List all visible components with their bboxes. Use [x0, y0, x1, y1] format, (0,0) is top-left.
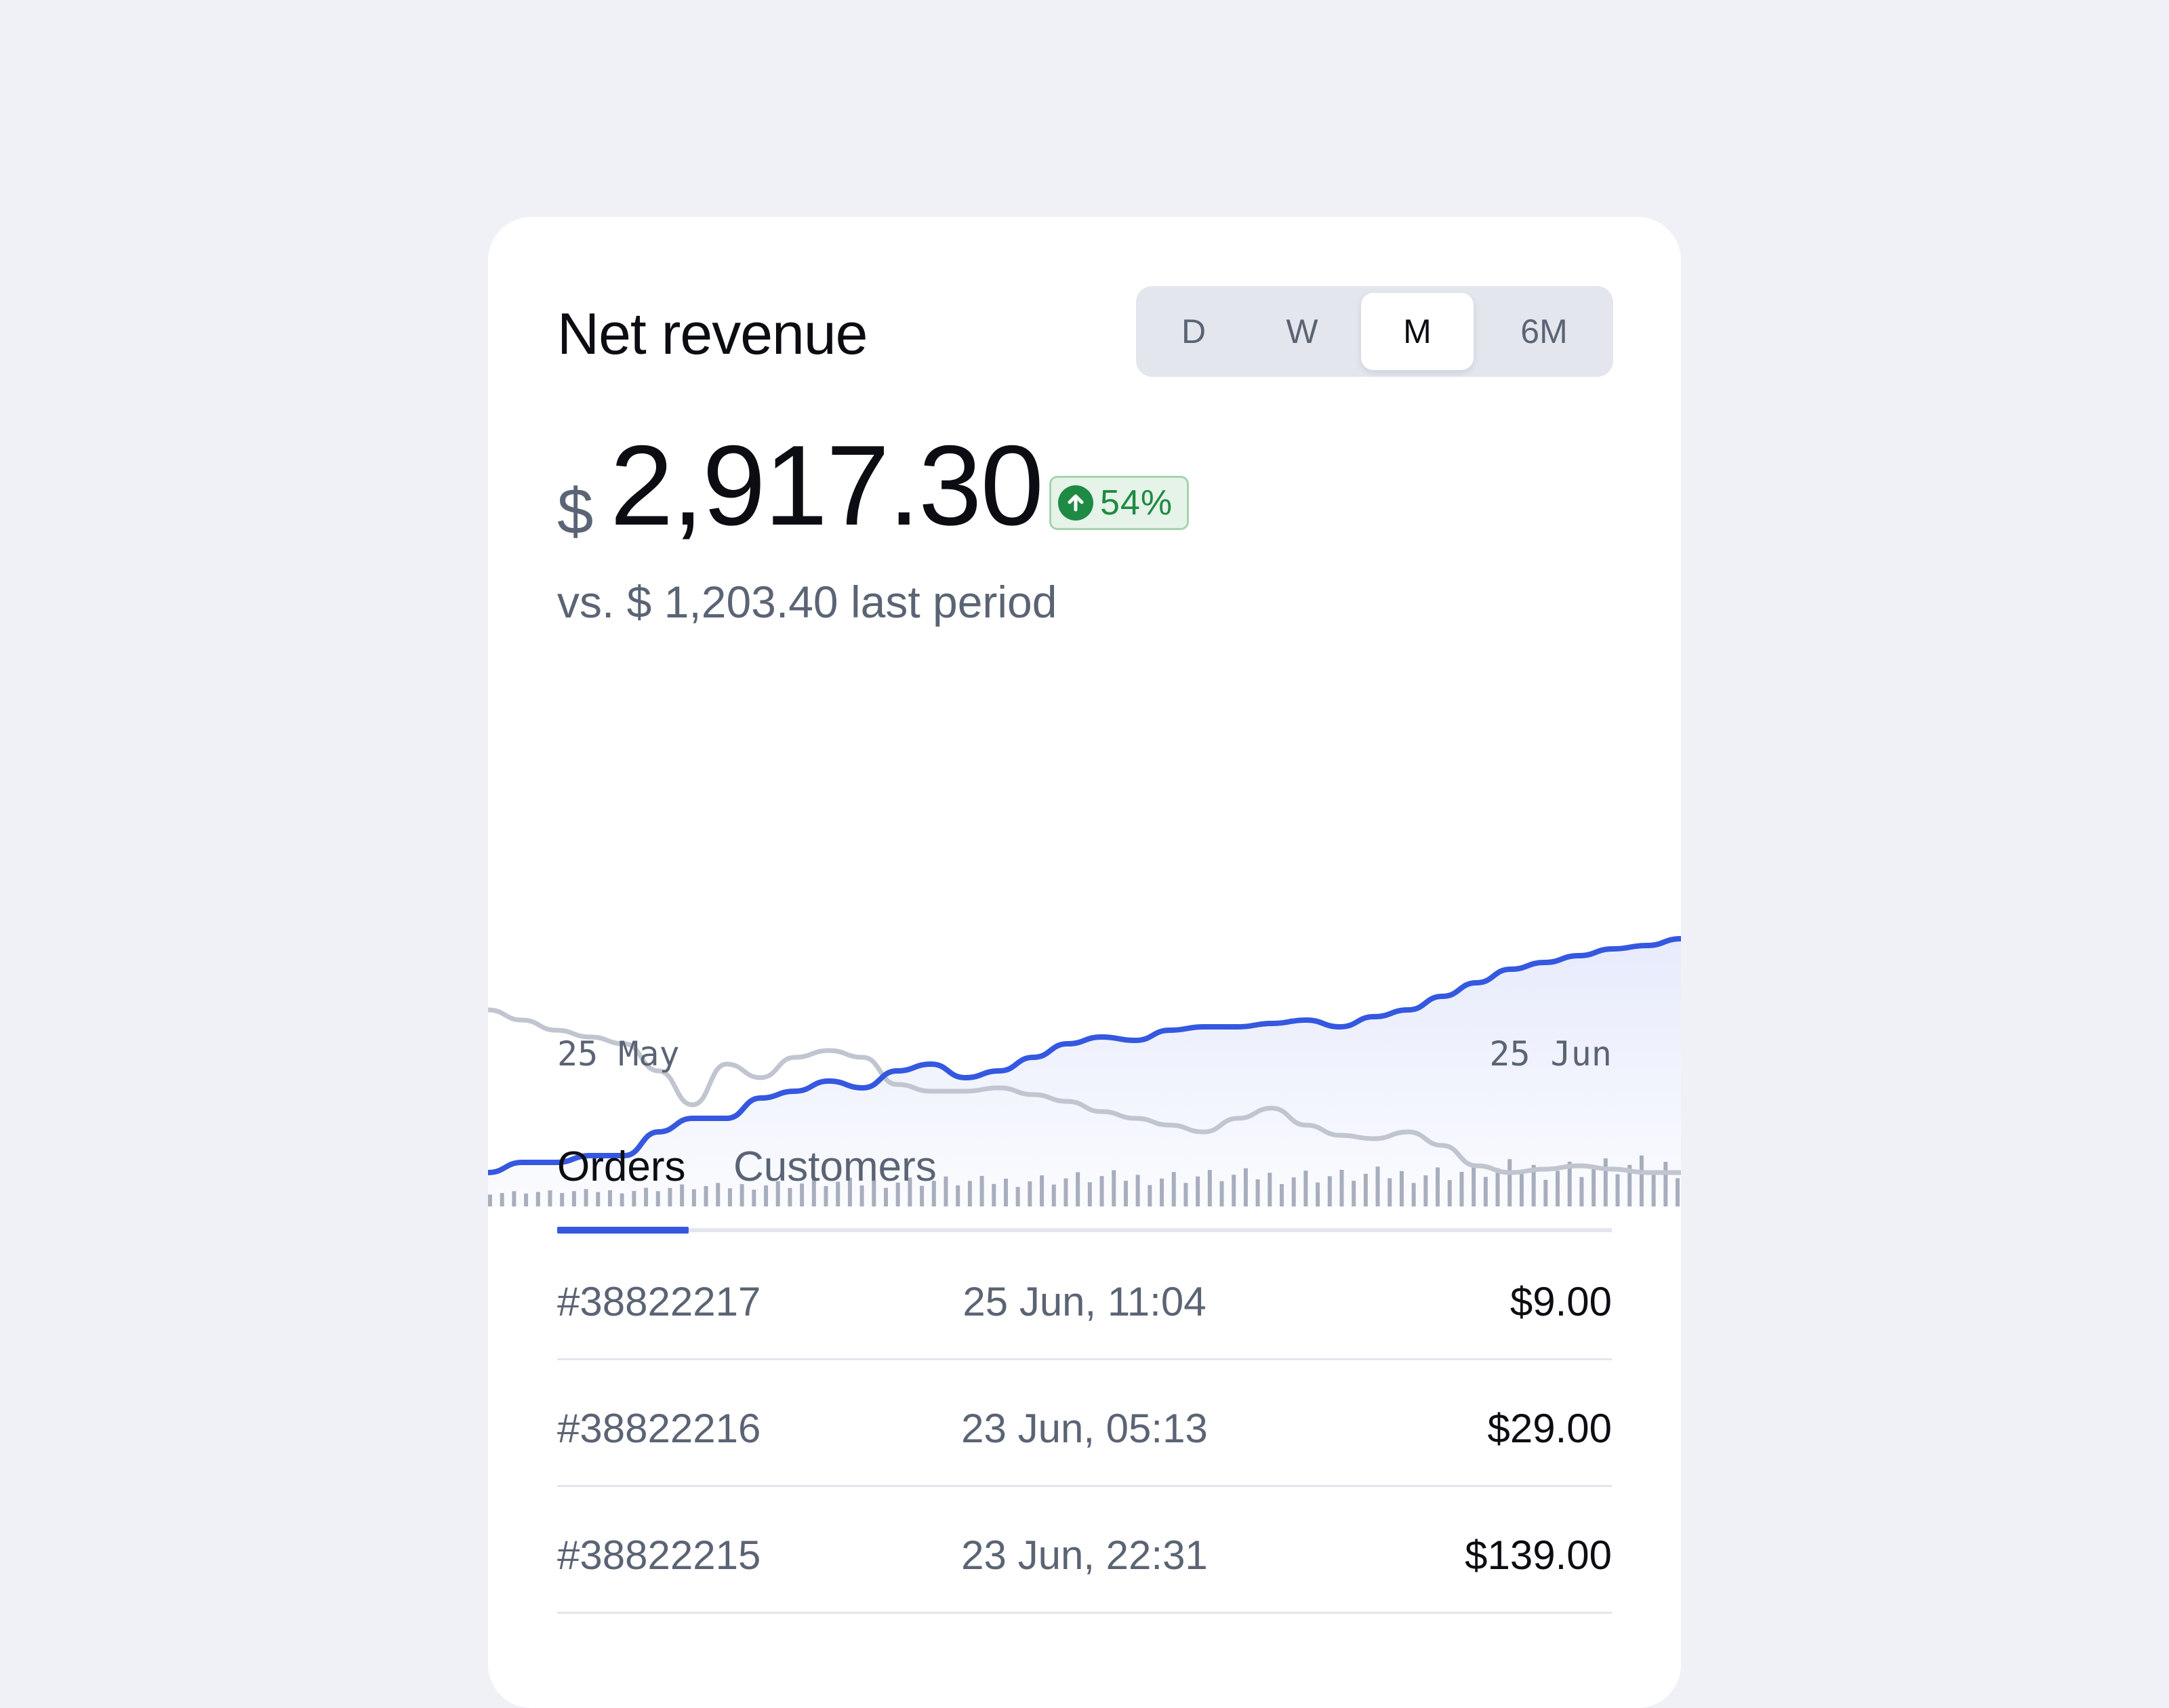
period-button-m[interactable]: M — [1361, 293, 1474, 370]
chart-x-start-label: 25 May — [557, 1034, 680, 1074]
period-button-d[interactable]: D — [1143, 293, 1244, 370]
orders-tabs: Orders Customers — [557, 1143, 1612, 1221]
orders-list: #38822217 25 Jun, 11:04 $9.00 #38822216 … — [557, 1234, 1612, 1614]
tab-customers[interactable]: Customers — [733, 1143, 937, 1191]
chart-x-end-label: 25 Jun — [1489, 1034, 1612, 1074]
table-row[interactable]: #38822217 25 Jun, 11:04 $9.00 — [557, 1234, 1612, 1360]
change-badge: 54% — [1049, 476, 1189, 530]
amount-value: 2,917.30 — [610, 422, 1044, 549]
card-title: Net revenue — [557, 302, 868, 367]
period-selector: D W M 6M — [1136, 286, 1613, 377]
arrow-up-circle-icon — [1058, 485, 1093, 521]
period-button-6m[interactable]: 6M — [1483, 293, 1605, 370]
order-amount: $9.00 — [1509, 1279, 1612, 1324]
period-button-w[interactable]: W — [1251, 293, 1353, 370]
table-row[interactable]: #38822215 23 Jun, 22:31 $139.00 — [557, 1487, 1612, 1614]
currency-symbol: $ — [557, 475, 594, 548]
order-amount: $29.00 — [1487, 1406, 1612, 1451]
change-percent: 54% — [1100, 483, 1173, 523]
comparison-text: vs. $ 1,203.40 last period — [557, 577, 1057, 627]
net-revenue-card: Net revenue D W M 6M $ 2,917.30 54% vs. … — [488, 217, 1681, 1708]
order-date: 23 Jun, 22:31 — [961, 1532, 1208, 1578]
order-date: 23 Jun, 05:13 — [961, 1406, 1208, 1451]
order-amount: $139.00 — [1465, 1532, 1612, 1578]
table-row[interactable]: #38822216 23 Jun, 05:13 $29.00 — [557, 1360, 1612, 1487]
order-date: 25 Jun, 11:04 — [962, 1279, 1207, 1324]
tab-orders[interactable]: Orders — [557, 1143, 685, 1191]
